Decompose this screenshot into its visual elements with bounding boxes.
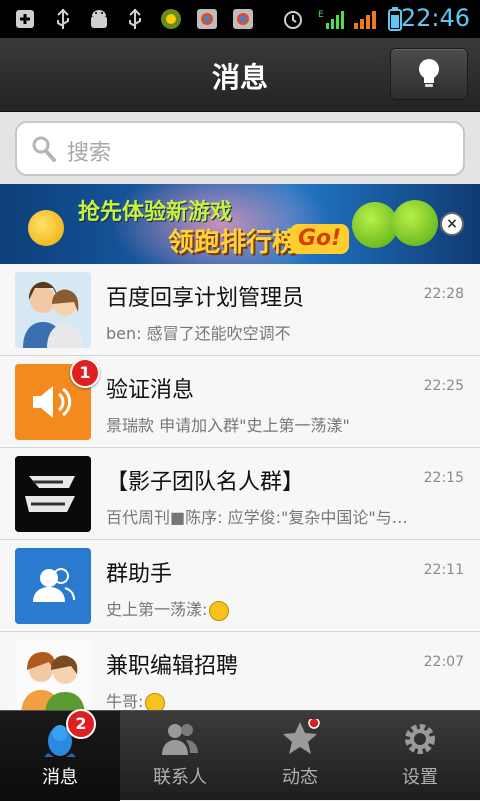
two-people-avatar	[15, 640, 91, 710]
banner-close-button[interactable]: ×	[440, 212, 464, 236]
tab-label: 消息	[42, 767, 78, 788]
conversation-list: 百度回享计划管理员 22:28 ben: 感冒了还能吹空调不 1 验证消息 22…	[0, 264, 480, 710]
app-notification-icon	[160, 8, 182, 30]
conversation-row[interactable]: 【影子团队名人群】 22:15 百代周刊■陈序: 应学俊:"复杂中国论"与…	[0, 448, 480, 540]
tab-messages[interactable]: 2 消息	[0, 709, 120, 801]
conversation-message: 史上第一荡漾:	[106, 600, 208, 619]
store-notification-icon	[196, 8, 218, 30]
conversation-name: 兼职编辑招聘	[106, 654, 239, 679]
tab-settings[interactable]: 设置	[360, 711, 480, 801]
gear-icon	[405, 724, 435, 754]
tab-label: 联系人	[153, 767, 207, 788]
lightbulb-icon	[419, 59, 439, 87]
banner-go-label: Go!	[290, 224, 350, 254]
thinking-emoji-icon	[209, 600, 230, 621]
conversation-time: 22:11	[423, 562, 464, 578]
conversation-row[interactable]: 百度回享计划管理员 22:28 ben: 感冒了还能吹空调不	[0, 264, 480, 356]
conversation-message: ben: 感冒了还能吹空调不	[106, 324, 291, 343]
conversation-time: 22:07	[423, 654, 464, 670]
promo-banner[interactable]: 抢先体验新游戏 领跑排行榜 Go! ×	[0, 184, 480, 264]
tab-feed[interactable]: 动态	[240, 711, 360, 801]
usb-icon	[52, 8, 74, 30]
shadow-logo	[15, 456, 91, 532]
alarm-icon	[282, 8, 304, 30]
conversation-message-wrap: 牛哥:	[106, 688, 436, 710]
conversation-name: 【影子团队名人群】	[106, 470, 305, 495]
usb-icon-2	[124, 8, 146, 30]
search-area: 搜索	[0, 112, 480, 184]
conversation-row[interactable]: 1 验证消息 22:25 景瑞款 申请加入群"史上第一荡漾"	[0, 356, 480, 448]
tab-label: 动态	[282, 767, 318, 788]
add-notification-icon	[14, 8, 36, 30]
conversation-row[interactable]: 兼职编辑招聘 22:07 牛哥:	[0, 632, 480, 710]
svg-text:E: E	[318, 10, 324, 20]
tab-contacts[interactable]: 联系人	[120, 711, 240, 801]
conversation-time: 22:28	[423, 286, 464, 302]
bottom-tab-bar: 2 消息 联系人 动态 设置	[0, 709, 480, 801]
smile-emoji-icon	[145, 692, 166, 710]
conversation-name: 百度回享计划管理员	[106, 286, 305, 311]
search-input[interactable]: 搜索	[15, 121, 465, 176]
conversation-message: 牛哥:	[106, 692, 144, 710]
header-bar: 消息	[0, 38, 480, 112]
unread-badge: 2	[66, 709, 96, 739]
banner-mascot-left	[28, 210, 64, 246]
group-icon	[15, 548, 91, 624]
conversation-time: 22:25	[423, 378, 464, 394]
conversation-message-wrap: 史上第一荡漾:	[106, 596, 436, 621]
mobile-signal-icon: E	[318, 8, 344, 30]
signal-strength-icon	[352, 8, 378, 30]
conversation-name: 群助手	[106, 562, 173, 587]
conversation-message: 景瑞款 申请加入群"史上第一荡漾"	[106, 416, 350, 435]
status-time: 22:46	[400, 4, 470, 32]
tips-button[interactable]	[390, 48, 468, 100]
banner-mascot-right-2	[392, 200, 438, 246]
conversation-time: 22:15	[423, 470, 464, 486]
status-bar: E 22:46	[0, 0, 480, 38]
banner-line2: 领跑排行榜	[168, 228, 299, 258]
store-notification-icon-2	[232, 8, 254, 30]
conversation-name: 验证消息	[106, 378, 195, 403]
android-debug-icon	[88, 8, 110, 30]
conversation-message: 百代周刊■陈序: 应学俊:"复杂中国论"与…	[106, 508, 408, 527]
contacts-icon	[162, 724, 198, 755]
tab-label: 设置	[402, 767, 438, 788]
star-icon	[283, 719, 320, 754]
conversation-row[interactable]: 群助手 22:11 史上第一荡漾:	[0, 540, 480, 632]
two-people-avatar	[15, 272, 91, 348]
search-icon	[32, 136, 56, 162]
unread-badge: 1	[70, 358, 100, 388]
search-placeholder: 搜索	[67, 141, 112, 166]
